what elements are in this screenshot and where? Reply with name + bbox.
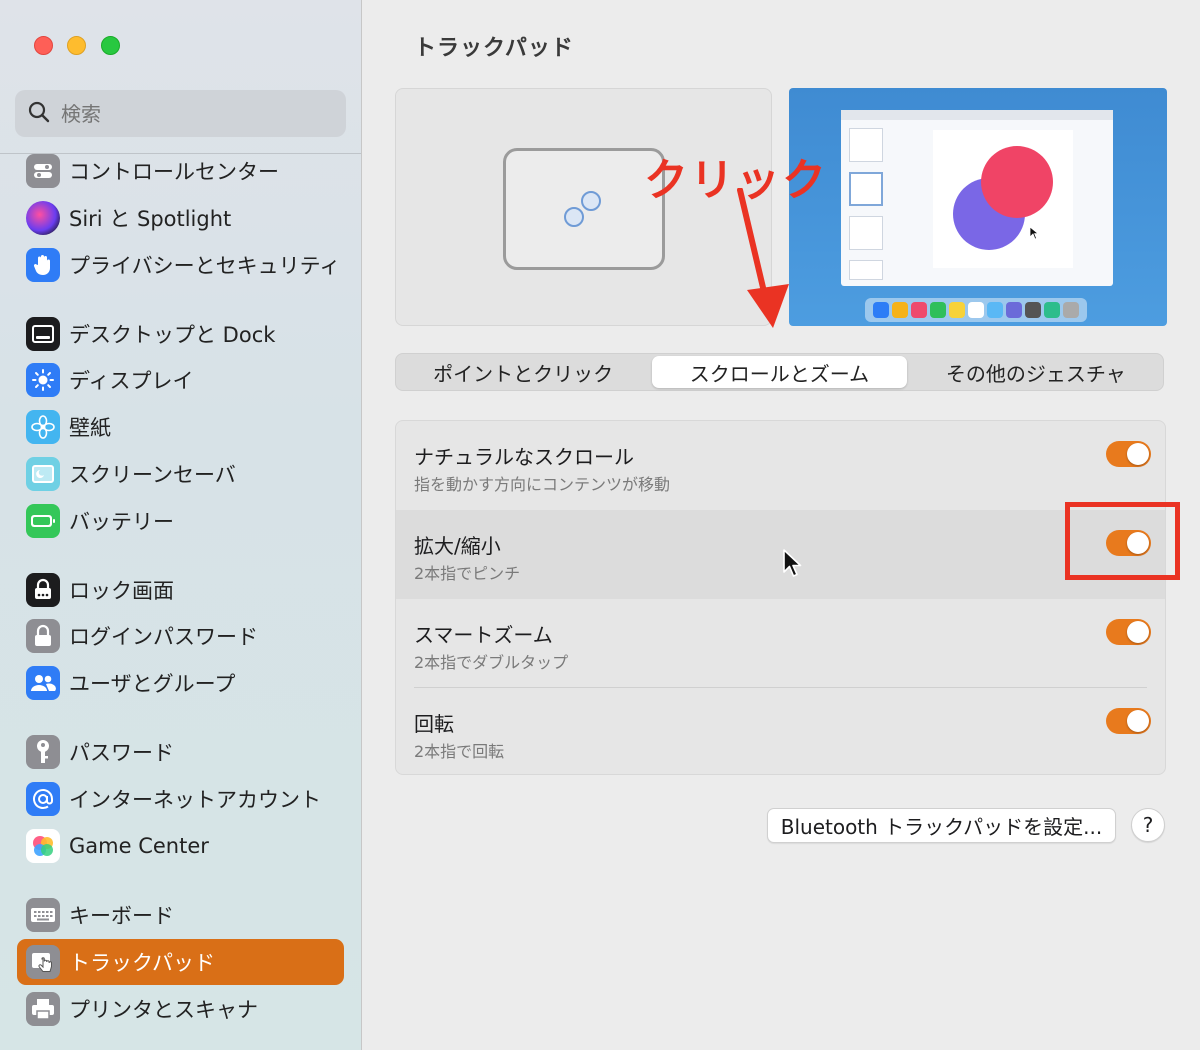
- setting-title: スマートズーム: [414, 623, 553, 647]
- search-field[interactable]: [15, 90, 346, 137]
- sidebar-item-login-password[interactable]: ログインパスワード: [17, 613, 344, 659]
- sidebar-item-game-center[interactable]: Game Center: [17, 823, 344, 869]
- tab-bar: ポイントとクリック スクロールとズーム その他のジェスチャ: [395, 353, 1164, 391]
- page-title: トラックパッド: [414, 36, 574, 61]
- sidebar-item-lock-screen[interactable]: ロック画面: [17, 567, 344, 613]
- sidebar-item-wallpaper[interactable]: 壁紙: [17, 404, 344, 450]
- natural-scroll-toggle[interactable]: [1106, 441, 1151, 467]
- at-sign-icon: [26, 782, 60, 816]
- setting-row-natural-scroll[interactable]: ナチュラルなスクロール 指を動かす方向にコンテンツが移動: [396, 421, 1165, 510]
- help-button[interactable]: ?: [1131, 808, 1165, 842]
- sidebar-item-users-groups[interactable]: ユーザとグループ: [17, 660, 344, 706]
- printer-icon: [26, 992, 60, 1026]
- sidebar-item-label: プライバシーとセキュリティ: [69, 254, 341, 278]
- keyboard-icon: [26, 898, 60, 932]
- setup-bluetooth-trackpad-button[interactable]: Bluetooth トラックパッドを設定...: [767, 808, 1116, 843]
- sidebar-item-printers-scanners[interactable]: プリンタとスキャナ: [17, 986, 344, 1032]
- finger-dot-icon: [581, 191, 601, 211]
- wallpaper-flower-icon: [26, 410, 60, 444]
- sidebar-item-screensaver[interactable]: スクリーンセーバ: [17, 451, 344, 497]
- display-sun-icon: [26, 363, 60, 397]
- setting-subtitle: 指を動かす方向にコンテンツが移動: [414, 475, 671, 494]
- smart-zoom-toggle[interactable]: [1106, 619, 1151, 645]
- sidebar-item-control-center[interactable]: コントロールセンター: [17, 148, 344, 194]
- sidebar-item-label: ユーザとグループ: [69, 672, 236, 696]
- tab-more-gestures[interactable]: その他のジェスチャ: [909, 354, 1163, 390]
- sidebar-item-desktop-dock[interactable]: デスクトップと Dock: [17, 311, 344, 357]
- gesture-preview-screen: [789, 88, 1167, 326]
- setting-row-zoom[interactable]: 拡大/縮小 2本指でピンチ: [396, 510, 1165, 599]
- highlight-annotation-box: [1065, 502, 1180, 580]
- main-pane: トラックパッド クリック ポイントとクリック スクロールとズーム その他のジェス…: [362, 0, 1200, 1050]
- tab-scroll-and-zoom[interactable]: スクロールとズーム: [652, 356, 907, 388]
- window-zoom-button[interactable]: [101, 36, 120, 55]
- sidebar-item-label: ディスプレイ: [69, 369, 194, 393]
- lock-screen-icon: [26, 573, 60, 607]
- game-center-icon: [26, 829, 60, 863]
- sidebar-item-keyboard[interactable]: キーボード: [17, 892, 344, 938]
- sidebar-item-label: パスワード: [69, 741, 174, 765]
- trackpad-illustration: [503, 148, 665, 270]
- setting-subtitle: 2本指でダブルタップ: [414, 653, 569, 672]
- sidebar-item-siri-spotlight[interactable]: Siri と Spotlight: [17, 195, 344, 241]
- setting-subtitle: 2本指で回転: [414, 742, 505, 761]
- sidebar-item-label: コントロールセンター: [69, 160, 279, 184]
- preview-window: [841, 110, 1113, 286]
- control-center-icon: [26, 154, 60, 188]
- setting-title: 拡大/縮小: [414, 534, 501, 558]
- mouse-cursor-icon: [783, 549, 802, 577]
- search-input[interactable]: [61, 101, 321, 126]
- sidebar-item-label: 壁紙: [69, 416, 111, 440]
- sidebar-item-trackpad[interactable]: トラックパッド: [17, 939, 344, 985]
- window-close-button[interactable]: [34, 36, 53, 55]
- setting-title: ナチュラルなスクロール: [414, 445, 634, 469]
- privacy-hand-icon: [26, 248, 60, 282]
- sidebar-item-label: ログインパスワード: [69, 625, 258, 649]
- sidebar: コントロールセンター Siri と Spotlight プライバシーとセキュリテ…: [0, 0, 362, 1050]
- rotate-toggle[interactable]: [1106, 708, 1151, 734]
- sidebar-item-internet-accounts[interactable]: インターネットアカウント: [17, 776, 344, 822]
- sidebar-item-label: デスクトップと Dock: [69, 323, 276, 347]
- search-icon: [27, 100, 51, 128]
- sidebar-item-label: スクリーンセーバ: [69, 463, 236, 487]
- window-minimize-button[interactable]: [67, 36, 86, 55]
- setting-row-smart-zoom[interactable]: スマートズーム 2本指でダブルタップ: [396, 599, 1165, 688]
- sidebar-item-display[interactable]: ディスプレイ: [17, 357, 344, 403]
- preview-dock: [865, 298, 1087, 322]
- sidebar-item-privacy-security[interactable]: プライバシーとセキュリティ: [17, 242, 344, 288]
- users-icon: [26, 666, 60, 700]
- tab-point-and-click[interactable]: ポイントとクリック: [396, 354, 650, 390]
- sidebar-item-battery[interactable]: バッテリー: [17, 498, 344, 544]
- setting-title: 回転: [414, 712, 454, 736]
- sidebar-item-label: プリンタとスキャナ: [69, 998, 258, 1022]
- trackpad-icon: [26, 945, 60, 979]
- annotation-arrow-icon: [737, 188, 789, 328]
- key-icon: [26, 735, 60, 769]
- finger-dot-icon: [564, 207, 584, 227]
- preview-canvas: [933, 130, 1073, 268]
- setting-subtitle: 2本指でピンチ: [414, 564, 521, 583]
- siri-icon: [26, 201, 60, 235]
- login-lock-icon: [26, 619, 60, 653]
- desktop-dock-icon: [26, 317, 60, 351]
- sidebar-item-label: インターネットアカウント: [69, 788, 321, 812]
- setting-row-rotate[interactable]: 回転 2本指で回転: [396, 688, 1165, 774]
- battery-icon: [26, 504, 60, 538]
- sidebar-item-label: ロック画面: [69, 579, 174, 603]
- settings-list: ナチュラルなスクロール 指を動かす方向にコンテンツが移動 拡大/縮小 2本指でピ…: [395, 420, 1166, 775]
- sidebar-item-label: バッテリー: [69, 510, 174, 534]
- red-circle-icon: [981, 146, 1053, 218]
- sidebar-item-label: キーボード: [69, 904, 174, 928]
- sidebar-item-label: Siri と Spotlight: [69, 207, 232, 231]
- screensaver-icon: [26, 457, 60, 491]
- sidebar-item-label: トラックパッド: [69, 951, 215, 975]
- sidebar-item-passwords[interactable]: パスワード: [17, 729, 344, 775]
- mini-cursor-icon: [1029, 226, 1039, 240]
- sidebar-item-label: Game Center: [69, 834, 209, 858]
